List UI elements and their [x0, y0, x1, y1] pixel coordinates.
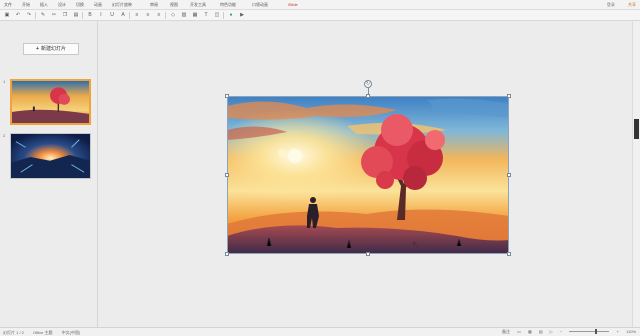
format-painter-icon[interactable]: ✎ [40, 12, 46, 18]
menu-item-11[interactable]: 口袋动画 [252, 2, 268, 7]
menu-item-0[interactable]: 文件 [4, 2, 12, 7]
toolbar-separator [223, 12, 224, 19]
underline-icon[interactable]: U [109, 12, 115, 18]
redo-icon[interactable]: ↷ [26, 12, 32, 18]
slide-thumbnail-panel: + 新建幻灯片 1 2 [0, 21, 98, 327]
zoom-level[interactable]: 110% [626, 329, 636, 334]
normal-view-icon[interactable]: ▭ [517, 329, 521, 334]
status-bar: 幻灯片 1 / 2 Office 主题 中文(中国) 备注 ▭ ▦ ▤ ▷ − … [0, 327, 640, 336]
rotate-handle-icon[interactable]: ↻ [364, 80, 372, 88]
menu-item-4[interactable]: 切换 [76, 2, 84, 7]
align-center-icon[interactable]: ≡ [145, 12, 151, 18]
new-slide-button[interactable]: + 新建幻灯片 [23, 43, 79, 55]
shape-icon[interactable]: ◇ [170, 12, 176, 18]
sorter-view-icon[interactable]: ▦ [528, 329, 532, 334]
resize-handle-ne[interactable] [507, 94, 511, 98]
scrollbar-thumb[interactable] [634, 119, 639, 139]
zoom-out-icon[interactable]: − [560, 329, 562, 334]
zoom-slider-knob[interactable] [595, 329, 598, 335]
table-icon[interactable]: ▦ [192, 12, 198, 18]
italic-icon[interactable]: I [98, 12, 104, 18]
slide-editing-canvas[interactable]: ↻ ↖ [99, 21, 632, 327]
picture-icon[interactable]: ▨ [181, 12, 187, 18]
cut-icon[interactable]: ✂ [51, 12, 57, 18]
align-right-icon[interactable]: ≡ [156, 12, 162, 18]
mouse-pointer-icon: ↖ [412, 240, 419, 249]
language-indicator[interactable]: 中文(中国) [62, 330, 81, 335]
slideshow-icon[interactable]: ▷ [550, 329, 553, 334]
menu-item-10[interactable]: 特色功能 [220, 2, 236, 7]
bold-icon[interactable]: B [87, 12, 93, 18]
slide-counter: 幻灯片 1 / 2 [3, 330, 24, 335]
menu-item-1[interactable]: 开始 [22, 2, 30, 7]
zoom-slider[interactable] [569, 329, 610, 335]
menu-item-12[interactable]: iSlide [288, 2, 298, 7]
menu-item-3[interactable]: 设计 [58, 2, 66, 7]
copy-icon[interactable]: ❐ [62, 12, 68, 18]
status-right: 备注 ▭ ▦ ▤ ▷ − + 110% [496, 329, 636, 335]
reading-view-icon[interactable]: ▤ [539, 329, 543, 334]
quick-toolbar: ▣ ↶ ↷ ✎ ✂ ❐ ▤ B I U A ≡ ≡ ≡ ◇ ▨ ▦ T ◫ ● ▶ [0, 10, 640, 21]
menu-item-6[interactable]: 幻灯片放映 [112, 2, 132, 7]
text-box-icon[interactable]: T [203, 12, 209, 18]
font-color-icon[interactable]: A [120, 12, 126, 18]
new-slide-label: 新建幻灯片 [40, 46, 66, 52]
resize-handle-s[interactable] [366, 252, 370, 256]
arrange-icon[interactable]: ◫ [214, 12, 220, 18]
selected-picture[interactable] [227, 96, 509, 254]
zoom-in-icon[interactable]: + [617, 329, 619, 334]
play-icon[interactable]: ▶ [239, 12, 245, 18]
slide-number-2: 2 [3, 133, 6, 138]
slide-thumbnail-1[interactable] [10, 79, 91, 125]
resize-handle-nw[interactable] [225, 94, 229, 98]
toolbar-separator [82, 12, 83, 19]
resize-handle-se[interactable] [507, 252, 511, 256]
slide-thumbnail-2[interactable] [10, 133, 91, 179]
menu-item-7[interactable]: 审阅 [150, 2, 158, 7]
notes-button[interactable]: 备注 [502, 329, 510, 335]
status-left: 幻灯片 1 / 2 Office 主题 中文(中国) [3, 330, 88, 336]
theme-name: Office 主题 [33, 330, 53, 335]
slide-1-preview [12, 81, 89, 123]
login-link[interactable]: 登录 [607, 2, 615, 7]
slide-2-preview [11, 134, 90, 178]
menu-item-2[interactable]: 插入 [40, 2, 48, 7]
resize-handle-sw[interactable] [225, 252, 229, 256]
menu-item-9[interactable]: 开发工具 [190, 2, 206, 7]
resize-handle-e[interactable] [507, 173, 511, 177]
resize-handle-w[interactable] [225, 173, 229, 177]
slide-number-1: 1 [3, 79, 6, 84]
vertical-scrollbar[interactable] [632, 21, 640, 327]
paste-icon[interactable]: ▤ [73, 12, 79, 18]
share-button[interactable]: 共享 [628, 2, 636, 7]
save-icon[interactable]: ▣ [4, 12, 10, 18]
menu-item-5[interactable]: 动画 [94, 2, 102, 7]
menu-item-8[interactable]: 视图 [170, 2, 178, 7]
landscape-painting-image [227, 96, 509, 254]
toolbar-separator [35, 12, 36, 19]
resize-handle-n[interactable] [366, 94, 370, 98]
align-left-icon[interactable]: ≡ [134, 12, 140, 18]
plus-icon: + [36, 46, 39, 52]
undo-icon[interactable]: ↶ [15, 12, 21, 18]
menubar-right: 登录 共享 [595, 2, 636, 8]
toolbar-separator [129, 12, 130, 19]
menu-bar: 文件 开始 插入 设计 切换 动画 幻灯片放映 审阅 视图 开发工具 特色功能 口袋动画 iSlide … [0, 0, 640, 10]
toolbar-separator [165, 12, 166, 19]
color-icon[interactable]: ● [228, 12, 234, 18]
